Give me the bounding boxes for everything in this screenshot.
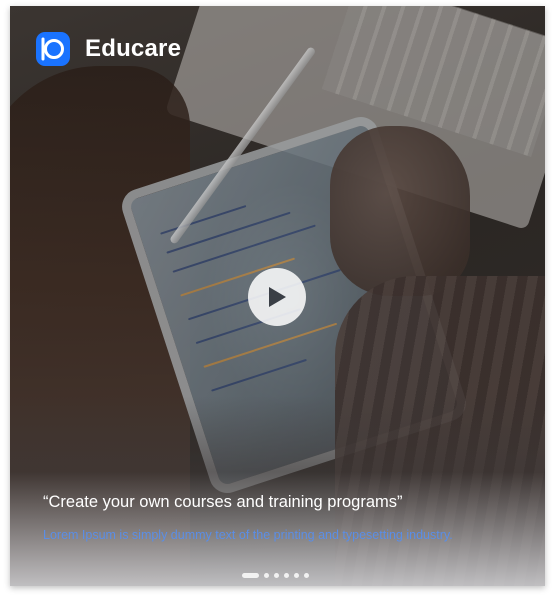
pagination-dot-4[interactable] [284,573,289,578]
play-icon [269,287,286,307]
pagination-dot-1[interactable] [242,573,259,578]
educare-logo-icon [36,32,70,66]
bottom-gradient [10,396,545,586]
pagination-dot-2[interactable] [264,573,269,578]
hero-subtext: Lorem Ipsum is simply dummy text of the … [43,528,453,542]
play-button[interactable] [248,268,306,326]
brand-header: Educare [36,32,181,66]
brand-name: Educare [85,35,182,62]
pagination-dots [242,573,314,578]
hero-headline: “Create your own courses and training pr… [43,493,403,511]
hero-card: Educare “Create your own courses and tra… [10,6,545,586]
person-hand [330,126,470,296]
pagination-dot-3[interactable] [274,573,279,578]
pagination-dot-5[interactable] [294,573,299,578]
pagination-dot-6[interactable] [304,573,309,578]
